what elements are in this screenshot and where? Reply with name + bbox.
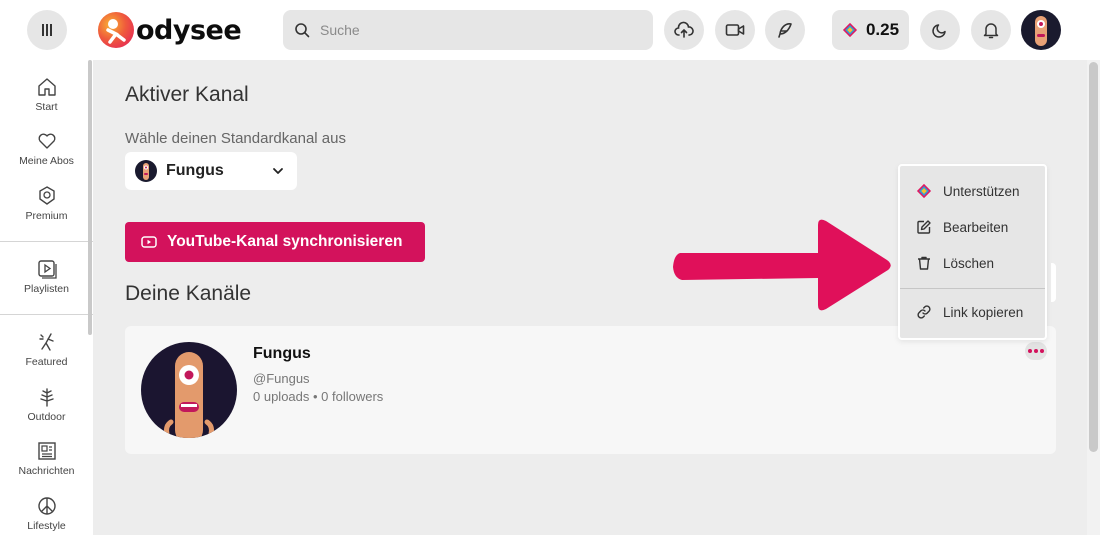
- sidebar-item-label: Outdoor: [27, 411, 66, 423]
- sidebar-item-label: Meine Abos: [19, 155, 74, 167]
- menu-item-label: Bearbeiten: [943, 219, 1009, 235]
- menu-item-label: Link kopieren: [943, 304, 1024, 320]
- annotation-arrow: [673, 219, 891, 311]
- credits-icon: [842, 22, 858, 38]
- sidebar-item-meine-abos[interactable]: Meine Abos: [0, 130, 93, 167]
- news-icon: [37, 442, 56, 460]
- background-panel-edge: [1051, 263, 1056, 302]
- playlist-icon: [37, 260, 57, 279]
- sidebar: Start Meine Abos Premium Playlisten Feat…: [0, 60, 93, 535]
- upload-button[interactable]: [664, 10, 704, 50]
- sidebar-item-label: Featured: [25, 356, 68, 368]
- search-bar[interactable]: [283, 10, 653, 50]
- selected-channel-name: Fungus: [166, 162, 224, 179]
- channel-context-menu: Unterstützen Bearbeiten Löschen Link kop…: [898, 164, 1047, 340]
- sidebar-divider: [0, 241, 93, 242]
- page-scrollbar-thumb[interactable]: [1089, 62, 1098, 452]
- menu-item-label: Löschen: [943, 255, 995, 271]
- sidebar-item-featured[interactable]: Featured: [0, 331, 93, 368]
- credits-amount: 0.25: [865, 20, 900, 39]
- notifications-button[interactable]: [971, 10, 1011, 50]
- logo-text: odysee: [136, 14, 242, 46]
- logo-mark-icon: [98, 12, 134, 48]
- channel-avatar[interactable]: [141, 342, 237, 438]
- home-icon: [37, 78, 56, 96]
- sidebar-item-label: Premium: [25, 210, 68, 222]
- tree-icon: [39, 388, 54, 407]
- default-channel-select[interactable]: Fungus: [125, 152, 297, 190]
- moon-icon: [932, 24, 946, 38]
- menu-item-label: Unterstützen: [943, 183, 1020, 199]
- link-icon: [917, 305, 931, 319]
- fungus-avatar-icon: [164, 352, 214, 438]
- credits-balance-button[interactable]: 0.25: [832, 10, 909, 50]
- sidebar-item-label: Playlisten: [24, 283, 69, 295]
- odysee-logo[interactable]: odysee: [98, 11, 242, 49]
- sidebar-scrollbar[interactable]: [88, 60, 92, 335]
- featured-icon: [38, 333, 54, 351]
- edit-icon: [917, 220, 931, 234]
- sidebar-item-premium[interactable]: Premium: [0, 185, 93, 222]
- sidebar-item-playlisten[interactable]: Playlisten: [0, 258, 93, 295]
- feather-icon: [778, 23, 792, 38]
- sidebar-item-nachrichten[interactable]: Nachrichten: [0, 440, 93, 477]
- sidebar-item-label: Lifestyle: [27, 520, 66, 532]
- dot: [1028, 349, 1032, 353]
- menu-divider: [900, 288, 1045, 289]
- chevron-down-icon: [273, 168, 283, 174]
- support-icon: [916, 183, 932, 199]
- sidebar-item-lifestyle[interactable]: Lifestyle: [0, 495, 93, 532]
- menu-item-bearbeiten[interactable]: Bearbeiten: [916, 219, 1008, 235]
- sidebar-item-label: Nachrichten: [18, 465, 75, 477]
- video-camera-icon: [725, 24, 745, 36]
- menu-item-unterstuetzen[interactable]: Unterstützen: [916, 183, 1020, 199]
- fungus-avatar-icon: [1035, 16, 1047, 46]
- search-input[interactable]: [320, 22, 620, 38]
- your-channels-heading: Deine Kanäle: [125, 282, 252, 305]
- heart-icon: [38, 133, 55, 149]
- sidebar-item-label: Start: [35, 101, 58, 113]
- go-live-button[interactable]: [715, 10, 755, 50]
- youtube-sync-button[interactable]: YouTube-Kanal synchronisieren: [125, 222, 425, 262]
- sidebar-divider: [0, 314, 93, 315]
- dot: [1040, 349, 1044, 353]
- menu-item-link-kopieren[interactable]: Link kopieren: [916, 304, 1023, 320]
- channel-stats: 0 uploads • 0 followers: [253, 389, 384, 404]
- default-channel-label: Wähle deinen Standardkanal aus: [125, 130, 346, 147]
- cloud-upload-icon: [674, 21, 694, 38]
- trash-icon: [918, 256, 930, 270]
- channel-avatar: [135, 160, 157, 182]
- channel-handle: @Fungus: [253, 371, 310, 386]
- youtube-sync-label: YouTube-Kanal synchronisieren: [167, 233, 403, 250]
- more-options-button[interactable]: [1025, 342, 1047, 360]
- sidebar-item-start[interactable]: Start: [0, 76, 93, 113]
- peace-icon: [37, 497, 56, 515]
- theme-toggle-button[interactable]: [920, 10, 960, 50]
- active-channel-heading: Aktiver Kanal: [125, 83, 249, 106]
- youtube-icon: [141, 236, 157, 248]
- channel-name[interactable]: Fungus: [253, 345, 311, 363]
- bell-icon: [983, 23, 999, 39]
- menu-item-loeschen[interactable]: Löschen: [916, 255, 994, 271]
- dot: [1034, 349, 1038, 353]
- menu-button[interactable]: [27, 10, 67, 50]
- premium-icon: [38, 186, 55, 205]
- channel-card[interactable]: Fungus @Fungus 0 uploads • 0 followers: [125, 326, 1056, 454]
- sidebar-item-outdoor[interactable]: Outdoor: [0, 386, 93, 423]
- user-avatar[interactable]: [1021, 10, 1061, 50]
- menu-icon: [42, 24, 52, 36]
- search-icon: [295, 23, 310, 38]
- top-header: odysee 0.25: [0, 0, 1100, 60]
- post-button[interactable]: [765, 10, 805, 50]
